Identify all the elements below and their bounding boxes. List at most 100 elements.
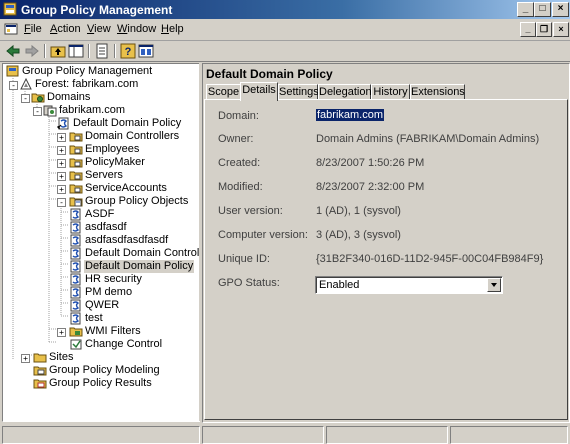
modified-value[interactable]: 8/23/2007 2:32:00 PM <box>316 181 424 193</box>
svg-text:?: ? <box>125 46 132 58</box>
tree-item-label: Group Policy Results <box>49 377 152 389</box>
results-icon <box>33 379 47 389</box>
gpo-icon <box>70 234 81 247</box>
child-restore-button[interactable]: ❐ <box>536 22 552 37</box>
modeling-icon <box>33 366 47 376</box>
gpmc-icon <box>6 65 19 77</box>
tree-item-label: WMI Filters <box>85 325 141 337</box>
gpo-icon <box>70 273 81 286</box>
domain-icon <box>43 105 57 117</box>
toolbar-separator <box>88 44 90 58</box>
gpo-icon <box>70 221 81 234</box>
tree-item-label: ServiceAccounts <box>85 182 167 194</box>
ou-folder-icon <box>69 132 83 142</box>
forward-icon[interactable] <box>24 43 40 59</box>
tree-item-label: test <box>85 312 103 324</box>
ou-folder-icon <box>69 184 83 194</box>
menu-file[interactable]: File <box>24 23 42 35</box>
gpo-icon <box>70 208 81 221</box>
toolbar-separator <box>44 44 46 58</box>
expand-button[interactable]: + <box>57 172 66 181</box>
tree-domain-label: fabrikam.com <box>59 104 126 116</box>
gpo-icon <box>70 299 81 312</box>
status-cell <box>326 426 448 444</box>
created-label: Created: <box>218 157 261 169</box>
gpo-status-value: Enabled <box>319 279 360 291</box>
tree-item-label: Domain Controllers <box>85 130 180 142</box>
forest-collapse-button[interactable]: - <box>9 81 18 90</box>
expand-button[interactable]: + <box>57 159 66 168</box>
title-bar[interactable]: Group Policy Management _ □ × <box>0 0 570 19</box>
child-close-button[interactable]: × <box>553 22 569 37</box>
dropdown-button[interactable] <box>487 278 501 292</box>
details-tab-panel: Domain: fabrikam.com Owner: Domain Admin… <box>204 99 568 420</box>
ou-folder-icon <box>69 171 83 181</box>
user-version-value[interactable]: 1 (AD), 1 (sysvol) <box>316 205 401 217</box>
menu-view[interactable]: View <box>87 23 111 35</box>
console-icon[interactable] <box>138 43 154 59</box>
domains-collapse-button[interactable]: - <box>21 94 30 103</box>
tree-item-label: Group Policy Modeling <box>49 364 160 376</box>
owner-value[interactable]: Domain Admins (FABRIKAM\Domain Admins) <box>316 133 539 145</box>
expand-button[interactable]: + <box>57 133 66 142</box>
gpmc-app-icon <box>3 2 17 16</box>
tree-item-label: asdfasdf <box>85 221 127 233</box>
tab-details[interactable]: Details <box>240 82 278 101</box>
status-cell <box>202 426 324 444</box>
created-value[interactable]: 8/23/2007 1:50:26 PM <box>316 157 424 169</box>
tab-history[interactable]: History <box>371 84 410 100</box>
expand-button[interactable]: + <box>21 354 30 363</box>
wmi-folder-icon <box>69 327 83 337</box>
tree-item-label: Default Domain Policy <box>73 117 182 129</box>
child-minimize-button[interactable]: _ <box>520 22 536 37</box>
tab-extensions[interactable]: Extensions <box>410 84 465 100</box>
tree-item-label: Employees <box>85 143 140 155</box>
unique-id-label: Unique ID: <box>218 253 270 265</box>
properties-icon[interactable] <box>94 43 110 59</box>
domain-collapse-button[interactable]: - <box>33 107 42 116</box>
gpo-status-select[interactable]: Enabled <box>315 276 503 294</box>
tree-domains-label: Domains <box>47 91 91 103</box>
toolbar: ? <box>0 41 570 62</box>
toolbar-separator <box>114 44 116 58</box>
expand-button[interactable]: + <box>57 328 66 337</box>
menu-window[interactable]: Window <box>117 23 156 35</box>
computer-version-label: Computer version: <box>218 229 308 241</box>
ou-folder-icon <box>69 158 83 168</box>
tab-scope[interactable]: Scope <box>206 84 241 100</box>
gpo-link-icon <box>57 117 69 130</box>
system-menu-icon[interactable] <box>4 22 18 36</box>
tree-item-label: Change Control <box>85 338 163 350</box>
ou-folder-icon <box>69 145 83 155</box>
back-icon[interactable] <box>5 43 21 59</box>
tree-item-label: Servers <box>85 169 123 181</box>
expand-button[interactable]: + <box>57 185 66 194</box>
user-version-label: User version: <box>218 205 283 217</box>
tab-delegation[interactable]: Delegation <box>318 84 372 100</box>
menu-action[interactable]: Action <box>50 23 81 35</box>
close-button[interactable]: × <box>552 2 569 17</box>
gpo-icon <box>70 286 81 299</box>
owner-label: Owner: <box>218 133 254 145</box>
tab-settings[interactable]: Settings <box>278 84 319 100</box>
show-tree-icon[interactable] <box>68 43 84 59</box>
up-folder-icon[interactable] <box>50 43 66 59</box>
domain-value[interactable]: fabrikam.com <box>316 109 385 121</box>
console-tree[interactable]: Group Policy Management - Forest: fabrik… <box>2 63 200 422</box>
gpo-container-collapse-button[interactable]: - <box>57 198 66 207</box>
tree-root-label: Group Policy Management <box>22 65 153 77</box>
expand-button[interactable]: + <box>57 146 66 155</box>
menu-help[interactable]: Help <box>161 23 184 35</box>
tree-item-label: QWER <box>85 299 120 311</box>
tree-item-label: PM demo <box>85 286 133 298</box>
unique-id-value[interactable]: {31B2F340-016D-11D2-945F-00C04FB984F9} <box>316 253 543 265</box>
help-icon[interactable]: ? <box>120 43 136 59</box>
gpo-icon <box>70 260 81 273</box>
modified-label: Modified: <box>218 181 263 193</box>
computer-version-value[interactable]: 3 (AD), 3 (sysvol) <box>316 229 401 241</box>
domain-label: Domain: <box>218 110 259 122</box>
minimize-button[interactable]: _ <box>517 2 534 17</box>
maximize-button[interactable]: □ <box>534 2 551 17</box>
status-bar <box>0 424 570 444</box>
tree-forest-label: Forest: fabrikam.com <box>35 78 139 90</box>
